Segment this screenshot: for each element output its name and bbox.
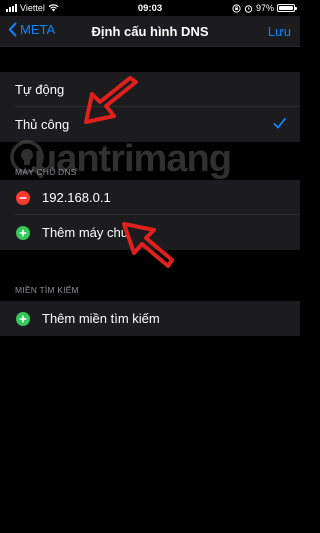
save-button[interactable]: Lưu	[268, 24, 291, 39]
option-automatic[interactable]: Tự động	[0, 72, 300, 107]
option-manual-label: Thủ công	[15, 117, 70, 132]
dns-server-row[interactable]: 192.168.0.1	[0, 180, 300, 215]
navigation-bar: META Định cấu hình DNS Lưu	[0, 16, 300, 47]
orientation-lock-icon	[232, 3, 241, 13]
battery-icon	[277, 4, 297, 12]
minus-circle-icon[interactable]	[16, 190, 30, 205]
plus-circle-icon	[16, 225, 30, 240]
checkmark-icon	[273, 118, 286, 129]
plus-circle-icon	[16, 311, 30, 326]
option-manual[interactable]: Thủ công	[0, 107, 300, 142]
search-domains-group: Thêm miền tìm kiếm	[0, 301, 300, 336]
dns-servers-group: 192.168.0.1 Thêm máy chủ	[0, 180, 300, 250]
alarm-icon	[244, 4, 253, 13]
page-title: Định cấu hình DNS	[91, 24, 209, 39]
battery-fill	[279, 6, 293, 10]
search-domain-section-header: MIỀN TÌM KIẾM	[15, 285, 79, 295]
status-right: 97%	[232, 3, 297, 13]
battery-percent: 97%	[255, 3, 274, 13]
dns-section-header: MÁY CHỦ DNS	[15, 167, 77, 177]
add-search-domain-button[interactable]: Thêm miền tìm kiếm	[0, 301, 300, 336]
option-automatic-label: Tự động	[15, 82, 65, 97]
add-server-label: Thêm máy chủ	[42, 225, 128, 240]
dns-server-address: 192.168.0.1	[42, 190, 111, 205]
config-options-group: Tự động Thủ công	[0, 72, 300, 142]
add-search-domain-label: Thêm miền tìm kiếm	[42, 311, 160, 326]
status-bar: Viettel 09:03 97%	[0, 0, 300, 16]
add-server-button[interactable]: Thêm máy chủ	[0, 215, 300, 250]
